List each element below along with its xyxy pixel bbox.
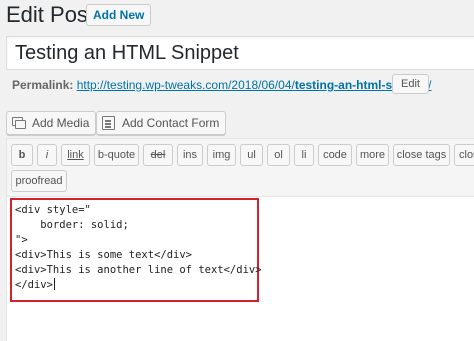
post-title-input[interactable]: Testing an HTML Snippet [6,36,474,70]
permalink-label: Permalink: [12,78,74,92]
add-media-button[interactable]: Add Media [6,111,97,135]
qt-proofread-button[interactable]: proofread [11,170,67,192]
add-contact-form-label: Add Contact Form [122,116,220,130]
permalink-link[interactable]: http://testing.wp-tweaks.com/2018/06/04/… [77,78,432,92]
qt-img-button[interactable]: img [207,144,236,166]
add-media-label: Add Media [32,116,90,130]
qt-code-button[interactable]: code [318,144,352,166]
add-new-button[interactable]: Add New [86,4,152,26]
qt-ins-button[interactable]: ins [177,144,203,166]
qt-close-tags-button[interactable]: close tags [393,144,450,166]
code-line-text: </div> [15,279,53,291]
text-caret [53,278,55,290]
quicktags-toolbar: b i link b-quote del ins img ul ol li co… [7,139,474,197]
qt-blockquote-button[interactable]: b-quote [94,144,139,166]
code-line: "> [15,234,28,246]
qt-link-button[interactable]: link [61,144,90,166]
media-icon [11,116,27,130]
permalink-row: Permalink: http://testing.wp-tweaks.com/… [12,75,432,95]
code-line: <div>This is some text</div> [15,249,193,261]
qt-bold-button[interactable]: b [11,144,33,166]
code-line: <div style=" [15,204,91,216]
qt-li-button[interactable]: li [294,144,314,166]
code-line-last: </div> [15,278,55,293]
qt-ol-button[interactable]: ol [267,144,290,166]
permalink-url-base: http://testing.wp-tweaks.com/2018/06/04/ [76,78,295,92]
qt-more-button[interactable]: more [356,144,389,166]
code-line: <div>This is another line of text</div> [15,264,262,276]
code-line: border: solid; [15,219,129,231]
permalink-edit-button[interactable]: Edit [392,74,429,94]
page-title: Edit Post [6,2,95,27]
code-textarea[interactable]: <div style=" border: solid; "> <div>This… [7,197,474,341]
add-contact-form-button[interactable]: Add Contact Form [96,111,227,135]
qt-italic-button[interactable]: i [37,144,57,166]
qt-close-button[interactable]: close [454,144,474,166]
form-icon [101,116,117,130]
text-editor: b i link b-quote del ins img ul ol li co… [6,138,474,341]
qt-del-button[interactable]: del [143,144,173,166]
qt-ul-button[interactable]: ul [240,144,263,166]
